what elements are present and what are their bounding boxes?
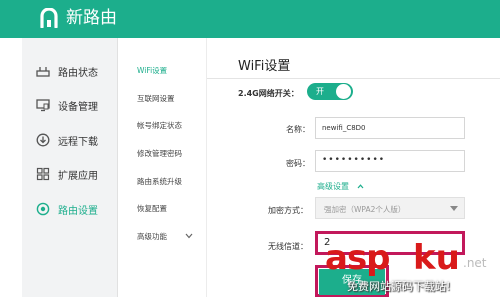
- sidebar-item-label: 设备管理: [58, 101, 98, 113]
- chevron-down-icon[interactable]: [185, 233, 193, 239]
- toggle-state-text: 开: [316, 87, 324, 96]
- sidebar-item-label: 远程下载: [58, 136, 98, 148]
- encryption-label: 加密方式：: [268, 206, 308, 215]
- toggle-knob: [336, 84, 351, 99]
- password-input[interactable]: ••••••••••: [315, 150, 465, 172]
- sidebar-item-label: 扩展应用: [58, 170, 98, 182]
- sidebar-item-extensions[interactable]: 扩展应用: [22, 163, 118, 185]
- download-icon: [36, 133, 50, 147]
- top-bar: 新路由: [0, 0, 500, 38]
- encryption-value: 强加密（WPA2个人版）: [324, 205, 406, 214]
- newifi-logo-icon: [40, 8, 58, 28]
- ssid-label: 名称：: [286, 125, 310, 134]
- sub-navigation: WiFi设置 互联网设置 帐号绑定状态 修改管理密码 路由系统升级 恢复配置 高…: [118, 38, 206, 297]
- router-icon: [36, 67, 50, 77]
- wifi-24g-toggle[interactable]: 开: [307, 83, 353, 100]
- channel-label: 无线信道：: [268, 242, 308, 251]
- sidebar-item-router-status[interactable]: 路由状态: [22, 60, 118, 82]
- dropdown-arrow-icon: [450, 206, 458, 211]
- wifi-switch-label: 2.4G网络开关：: [238, 89, 299, 98]
- advanced-settings-link[interactable]: 高级设置: [317, 181, 364, 192]
- sidebar: 路由状态 设备管理 远程下载 扩展应用 路由设置: [22, 38, 118, 297]
- sidebar-item-label: 路由状态: [58, 67, 98, 79]
- subnav-item-change-password[interactable]: 修改管理密码: [137, 148, 182, 159]
- subnav-item-restore-config[interactable]: 恢复配置: [137, 203, 167, 214]
- sidebar-item-remote-download[interactable]: 远程下载: [22, 129, 118, 151]
- watermark-ku: ku: [413, 238, 460, 278]
- watermark: asp ku .net 免费网站源码下载站!: [325, 240, 500, 297]
- sidebar-item-router-settings[interactable]: 路由设置: [22, 198, 118, 220]
- password-label: 密码：: [286, 159, 310, 168]
- settings-gear-icon: [36, 202, 50, 216]
- subnav-item-wifi-settings[interactable]: WiFi设置: [137, 65, 167, 76]
- subnav-item-account-binding[interactable]: 帐号绑定状态: [137, 120, 182, 131]
- subnav-item-advanced[interactable]: 高级功能: [137, 231, 167, 242]
- brand-name: 新路由: [66, 8, 117, 28]
- advanced-settings-label: 高级设置: [317, 182, 349, 191]
- apps-grid-icon: [36, 167, 50, 181]
- sidebar-item-label: 路由设置: [58, 205, 98, 217]
- monitor-icon: [36, 99, 50, 112]
- subnav-item-system-upgrade[interactable]: 路由系统升级: [137, 176, 182, 187]
- page-title: WiFi设置: [238, 59, 291, 74]
- sidebar-item-device-manage[interactable]: 设备管理: [22, 94, 118, 116]
- title-divider: [207, 78, 500, 79]
- watermark-net: .net: [463, 256, 487, 270]
- subnav-item-internet-settings[interactable]: 互联网设置: [137, 93, 175, 104]
- watermark-asp: asp: [325, 238, 391, 278]
- ssid-input[interactable]: newifi_C8D0: [315, 117, 465, 139]
- watermark-subtitle: 免费网站源码下载站!: [347, 280, 451, 293]
- encryption-select[interactable]: 强加密（WPA2个人版）: [315, 197, 465, 219]
- chevron-up-icon: [357, 184, 363, 189]
